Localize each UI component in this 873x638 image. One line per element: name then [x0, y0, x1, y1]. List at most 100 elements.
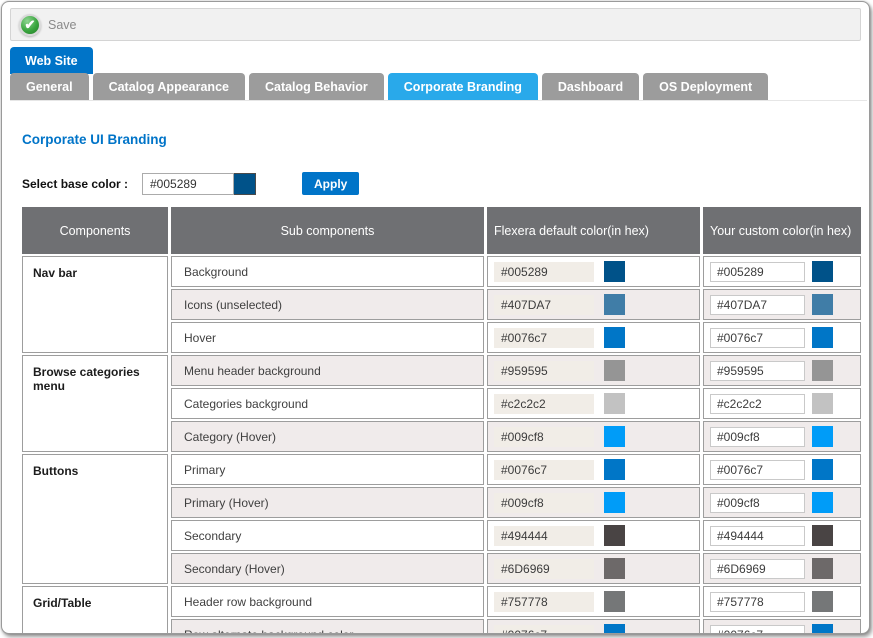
default-color-swatch [604, 261, 625, 282]
custom-color-swatch[interactable] [812, 393, 833, 414]
tab-catalog-behavior[interactable]: Catalog Behavior [249, 73, 384, 100]
custom-color-swatch[interactable] [812, 591, 833, 612]
custom-hex-input[interactable] [710, 361, 805, 381]
subcomponent-cell: Categories background [171, 388, 484, 419]
default-color-cell: #6D6969 [487, 553, 700, 584]
default-color-cell: #959595 [487, 355, 700, 386]
custom-color-cell [703, 388, 861, 419]
default-hex-value: #c2c2c2 [494, 394, 594, 414]
tab-os-deployment[interactable]: OS Deployment [643, 73, 768, 100]
default-color-cell: #009cf8 [487, 487, 700, 518]
save-button[interactable]: ✔ Save [19, 14, 77, 36]
default-color-swatch [604, 591, 625, 612]
column-header: Sub components [171, 207, 484, 254]
default-color-cell: #407DA7 [487, 289, 700, 320]
custom-color-swatch[interactable] [812, 525, 833, 546]
custom-color-swatch[interactable] [812, 360, 833, 381]
default-color-cell: #0076c7 [487, 454, 700, 485]
default-color-swatch [604, 459, 625, 480]
component-cell: Grid/Table [22, 586, 168, 634]
corporate-branding-window: ✔ Save Web Site GeneralCatalog Appearanc… [1, 1, 870, 634]
custom-hex-input[interactable] [710, 394, 805, 414]
content-area: Corporate UI Branding Select base color … [2, 132, 869, 634]
default-hex-value: #005289 [494, 262, 594, 282]
subcomponent-cell: Category (Hover) [171, 421, 484, 452]
custom-hex-input[interactable] [710, 559, 805, 579]
default-color-cell: #757778 [487, 586, 700, 617]
custom-hex-input[interactable] [710, 328, 805, 348]
custom-hex-input[interactable] [710, 526, 805, 546]
custom-color-swatch[interactable] [812, 459, 833, 480]
custom-color-swatch[interactable] [812, 261, 833, 282]
default-hex-value: #009cf8 [494, 427, 594, 447]
base-color-input[interactable] [142, 173, 234, 195]
tab-general[interactable]: General [10, 73, 89, 100]
base-color-row: Select base color : Apply [22, 172, 869, 195]
default-color-swatch [604, 558, 625, 579]
default-hex-value: #009cf8 [494, 493, 594, 513]
tab-dashboard[interactable]: Dashboard [542, 73, 639, 100]
default-color-swatch [604, 360, 625, 381]
default-color-swatch [604, 294, 625, 315]
custom-hex-input[interactable] [710, 262, 805, 282]
custom-color-swatch[interactable] [812, 492, 833, 513]
custom-color-cell [703, 619, 861, 634]
custom-color-cell [703, 454, 861, 485]
custom-color-swatch[interactable] [812, 327, 833, 348]
custom-hex-input[interactable] [710, 625, 805, 635]
site-tab-row: Web Site [10, 47, 869, 74]
custom-color-cell [703, 487, 861, 518]
custom-hex-input[interactable] [710, 592, 805, 612]
subcomponent-cell: Icons (unselected) [171, 289, 484, 320]
save-button-label: Save [48, 18, 77, 32]
custom-color-swatch[interactable] [812, 558, 833, 579]
default-color-cell: #c2c2c2 [487, 388, 700, 419]
subcomponent-cell: Header row background [171, 586, 484, 617]
branding-table: ComponentsSub componentsFlexera default … [22, 207, 861, 634]
subcomponent-cell: Row alternate background color [171, 619, 484, 634]
custom-color-cell [703, 520, 861, 551]
subcomponent-cell: Primary [171, 454, 484, 485]
default-hex-value: #757778 [494, 592, 594, 612]
default-color-cell: #009cf8 [487, 421, 700, 452]
custom-color-swatch[interactable] [812, 426, 833, 447]
subcomponent-cell: Hover [171, 322, 484, 353]
tab-web-site[interactable]: Web Site [10, 47, 93, 74]
custom-hex-input[interactable] [710, 493, 805, 513]
subcomponent-cell: Secondary [171, 520, 484, 551]
base-color-swatch[interactable] [234, 173, 256, 195]
base-color-label: Select base color : [22, 177, 142, 191]
default-color-cell: #494444 [487, 520, 700, 551]
default-color-cell: #0076c7 [487, 619, 700, 634]
apply-button[interactable]: Apply [302, 172, 359, 195]
custom-color-swatch[interactable] [812, 624, 833, 634]
tab-catalog-appearance[interactable]: Catalog Appearance [93, 73, 245, 100]
tab-corporate-branding[interactable]: Corporate Branding [388, 73, 538, 100]
custom-color-cell [703, 355, 861, 386]
column-header: Components [22, 207, 168, 254]
default-hex-value: #0076c7 [494, 460, 594, 480]
default-color-swatch [604, 624, 625, 634]
tab-strip: GeneralCatalog AppearanceCatalog Behavio… [10, 74, 867, 101]
default-color-cell: #0076c7 [487, 322, 700, 353]
component-cell: Nav bar [22, 256, 168, 353]
custom-hex-input[interactable] [710, 427, 805, 447]
custom-hex-input[interactable] [710, 295, 805, 315]
toolbar: ✔ Save [10, 8, 861, 41]
default-color-swatch [604, 327, 625, 348]
column-header: Flexera default color(in hex) [487, 207, 700, 254]
default-color-swatch [604, 492, 625, 513]
subcomponent-cell: Menu header background [171, 355, 484, 386]
custom-color-swatch[interactable] [812, 294, 833, 315]
subcomponent-cell: Primary (Hover) [171, 487, 484, 518]
custom-color-cell [703, 586, 861, 617]
page-title: Corporate UI Branding [22, 132, 869, 147]
custom-color-cell [703, 322, 861, 353]
subcomponent-cell: Secondary (Hover) [171, 553, 484, 584]
custom-hex-input[interactable] [710, 460, 805, 480]
custom-color-cell [703, 256, 861, 287]
component-cell: Browse categories menu [22, 355, 168, 452]
default-color-cell: #005289 [487, 256, 700, 287]
default-color-swatch [604, 393, 625, 414]
default-hex-value: #959595 [494, 361, 594, 381]
